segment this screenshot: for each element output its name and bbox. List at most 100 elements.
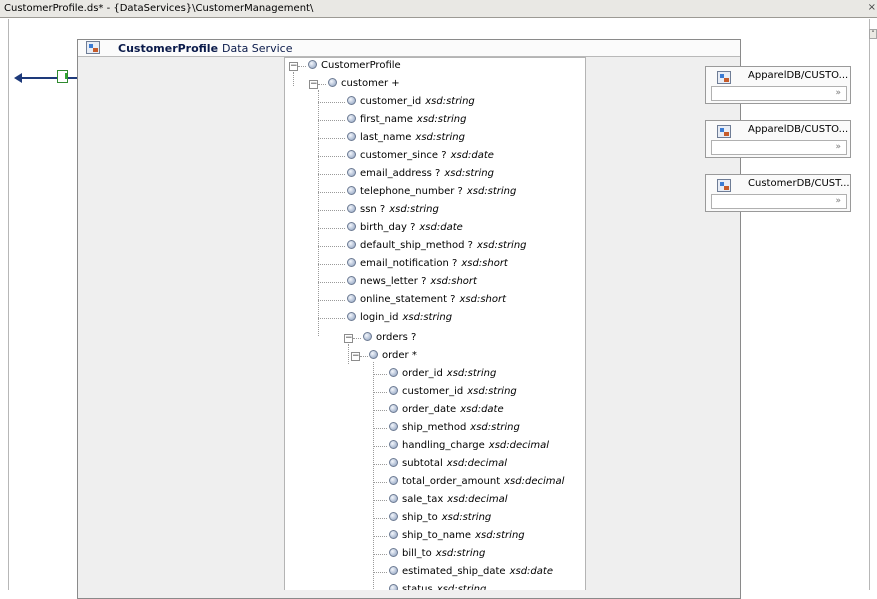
data-source-icon [717, 179, 731, 192]
field-type: xsd:string [475, 530, 525, 541]
tree-node-customer[interactable]: customer + [328, 77, 400, 91]
order-field[interactable]: subtotal xsd:decimal [389, 457, 507, 471]
tree-line [373, 518, 387, 519]
return-type-tree[interactable]: − CustomerProfile − customer + customer_… [284, 57, 586, 590]
order-field[interactable]: estimated_ship_date xsd:date [389, 565, 553, 579]
order-field[interactable]: order_id xsd:string [389, 367, 496, 381]
customer-field[interactable]: ssn ? xsd:string [347, 203, 439, 217]
order-field[interactable]: customer_id xsd:string [389, 385, 517, 399]
chevron-down-icon: » [835, 196, 841, 206]
tree-line [373, 536, 387, 537]
field-type: xsd:string [425, 96, 475, 107]
tree-line [318, 192, 345, 193]
field-name: ship_method [402, 422, 467, 433]
data-source-apparel-2[interactable]: ApparelDB/CUSTO... » [705, 120, 851, 158]
tree-node-order[interactable]: order * [369, 349, 417, 363]
data-service-header[interactable]: CustomerProfile Data Service [78, 40, 740, 57]
field-type: xsd:string [466, 186, 517, 197]
customer-field[interactable]: news_letter ? xsd:short [347, 275, 477, 289]
field-type: xsd:date [460, 404, 504, 415]
tree-line [318, 210, 345, 211]
customer-field[interactable]: telephone_number ? xsd:string [347, 185, 516, 199]
tree-node-root[interactable]: CustomerProfile [308, 59, 401, 73]
data-source-customerdb[interactable]: CustomerDB/CUST... » [705, 174, 851, 212]
order-field[interactable]: sale_tax xsd:decimal [389, 493, 508, 507]
data-source-icon [717, 71, 731, 84]
data-source-expand-button[interactable]: » [711, 140, 847, 155]
field-name: ship_to_name [402, 530, 472, 541]
field-type: xsd:string [441, 512, 492, 523]
field-name: order_date [402, 404, 457, 415]
tree-line [373, 482, 387, 483]
order-field[interactable]: bill_to xsd:string [389, 547, 485, 561]
tree-line [318, 102, 345, 103]
element-icon [389, 548, 398, 557]
collapse-root-toggle[interactable]: − [289, 62, 298, 71]
read-function-icon[interactable] [57, 70, 68, 83]
field-name: first_name [360, 114, 413, 125]
field-name: total_order_amount [402, 476, 501, 487]
element-icon [389, 422, 398, 431]
tree-line [348, 344, 349, 364]
field-type: xsd:string [415, 132, 465, 143]
field-type: xsd:decimal [446, 458, 508, 469]
element-icon [347, 168, 356, 177]
customer-field[interactable]: login_id xsd:string [347, 311, 452, 325]
data-source-label: ApparelDB/CUSTO... [748, 70, 849, 81]
customer-field[interactable]: online_statement ? xsd:short [347, 293, 506, 307]
customer-field[interactable]: customer_id xsd:string [347, 95, 475, 109]
element-icon [389, 386, 398, 395]
field-name: login_id [360, 312, 399, 323]
customer-field[interactable]: email_notification ? xsd:short [347, 257, 508, 271]
tree-line [318, 84, 326, 85]
tree-line [318, 264, 345, 265]
element-icon [363, 332, 372, 341]
collapse-customer-toggle[interactable]: − [309, 80, 318, 89]
order-field[interactable]: ship_method xsd:string [389, 421, 520, 435]
tree-line [373, 500, 387, 501]
tree-line [318, 156, 345, 157]
element-icon [347, 294, 356, 303]
element-icon [347, 240, 356, 249]
order-field[interactable]: order_date xsd:date [389, 403, 504, 417]
collapse-orders-toggle[interactable]: − [344, 334, 353, 343]
close-icon[interactable]: × [868, 2, 876, 13]
element-icon [369, 350, 378, 359]
customer-field[interactable]: default_ship_method ? xsd:string [347, 239, 527, 253]
tree-line [318, 138, 345, 139]
order-field[interactable]: handling_charge xsd:decimal [389, 439, 549, 453]
field-name: handling_charge [402, 440, 485, 451]
customer-field[interactable]: customer_since ? xsd:date [347, 149, 494, 163]
tree-line [373, 428, 387, 429]
collapse-order-toggle[interactable]: − [351, 352, 360, 361]
field-type: xsd:string [476, 240, 527, 251]
element-icon [347, 204, 356, 213]
element-icon [347, 258, 356, 267]
order-field[interactable]: total_order_amount xsd:decimal [389, 475, 564, 489]
tree-line [373, 554, 387, 555]
element-icon [389, 512, 398, 521]
order-field[interactable]: status xsd:string [389, 583, 486, 590]
field-name: ship_to [402, 512, 438, 523]
element-icon [389, 476, 398, 485]
field-name: birth_day ? [360, 222, 416, 233]
customer-field[interactable]: last_name xsd:string [347, 131, 465, 145]
field-type: xsd:decimal [447, 494, 508, 505]
data-source-icon [717, 125, 731, 138]
field-type: xsd:short [430, 276, 477, 287]
tree-node-orders[interactable]: orders ? [363, 331, 416, 345]
field-name: last_name [360, 132, 412, 143]
element-icon [308, 60, 317, 69]
field-type: xsd:decimal [504, 476, 565, 487]
customer-field[interactable]: first_name xsd:string [347, 113, 466, 127]
order-field[interactable]: ship_to_name xsd:string [389, 529, 525, 543]
element-icon [389, 404, 398, 413]
order-field[interactable]: ship_to xsd:string [389, 511, 491, 525]
customer-field[interactable]: birth_day ? xsd:date [347, 221, 463, 235]
field-name: telephone_number ? [360, 186, 463, 197]
customer-field[interactable]: email_address ? xsd:string [347, 167, 494, 181]
data-source-apparel-1[interactable]: ApparelDB/CUSTO... » [705, 66, 851, 104]
scroll-up-button[interactable]: ˄ [869, 29, 877, 39]
data-source-expand-button[interactable]: » [711, 194, 847, 209]
data-source-expand-button[interactable]: » [711, 86, 847, 101]
